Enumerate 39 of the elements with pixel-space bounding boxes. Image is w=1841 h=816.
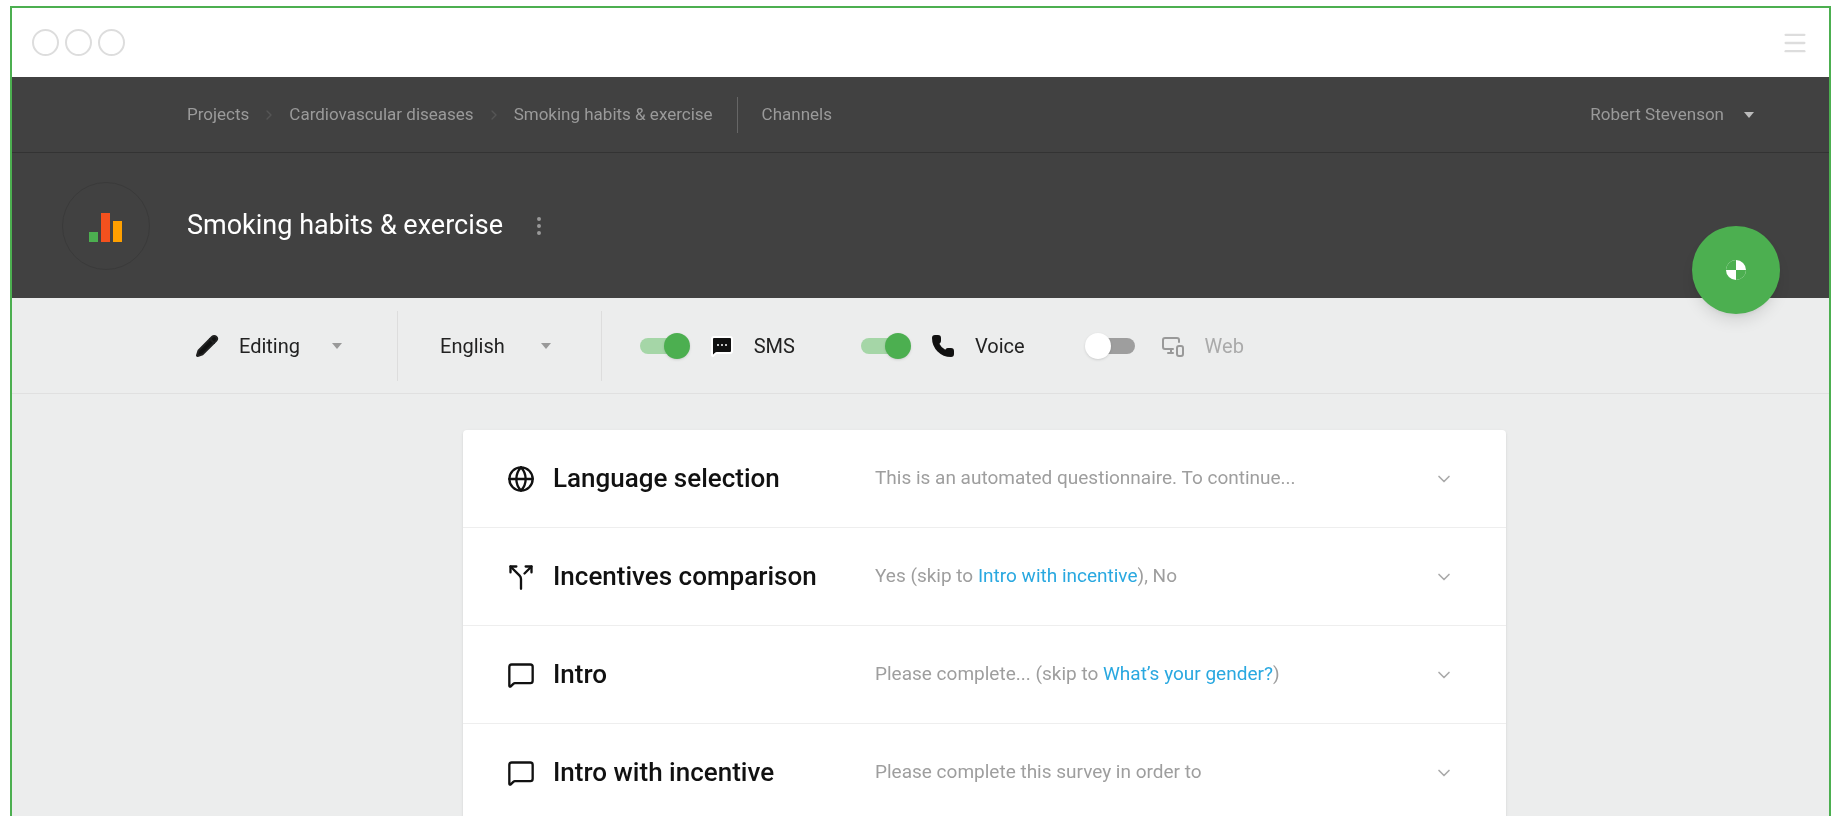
language-dropdown[interactable]: English xyxy=(440,330,551,361)
window-control[interactable] xyxy=(65,29,92,56)
project-title: Smoking habits & exercise xyxy=(187,208,503,244)
speech-bubble-icon xyxy=(507,660,535,689)
breadcrumb-link[interactable]: Smoking habits & exercise xyxy=(513,101,713,128)
step-description: This is an automated questionnaire. To continue... xyxy=(875,465,1297,492)
channel-label: Web xyxy=(1204,332,1244,360)
window-control[interactable] xyxy=(98,29,125,56)
caret-icon xyxy=(332,342,342,349)
step-description: Please complete this survey in order to xyxy=(875,759,1203,786)
globe-icon xyxy=(507,464,535,493)
channel-label: Voice xyxy=(974,332,1025,360)
mode-dropdown[interactable]: Editing xyxy=(195,298,342,393)
chat-icon xyxy=(709,333,734,358)
split-icon xyxy=(507,562,535,591)
window-control[interactable] xyxy=(32,29,59,56)
step-link[interactable]: What’s your gender? xyxy=(1103,662,1273,686)
caret-icon xyxy=(1744,111,1754,118)
step-description: Yes (skip to Intro with incentive), No xyxy=(875,563,1178,590)
step-link[interactable]: Intro with incentive xyxy=(977,564,1138,588)
channel-label: SMS xyxy=(753,332,795,360)
breadcrumb-link[interactable]: Cardiovascular diseases xyxy=(289,101,474,128)
breadcrumb-link[interactable]: Projects xyxy=(187,101,250,128)
step-title: Incentives comparison xyxy=(553,560,818,593)
caret-icon xyxy=(540,342,551,349)
channels-link[interactable]: Channels xyxy=(761,101,832,128)
step-description: Please complete... (skip to What’s your gender?) xyxy=(875,661,1281,688)
step-row[interactable]: Intro Please complete... (skip to What’s your gender?) xyxy=(463,626,1506,724)
user-name[interactable]: Robert Stevenson xyxy=(1590,101,1724,128)
speech-bubble-icon xyxy=(507,758,535,787)
phone-icon xyxy=(930,333,955,358)
step-title: Language selection xyxy=(553,462,781,495)
step-row[interactable]: Incentives comparison Yes (skip to Intro with incentive), No xyxy=(463,528,1506,626)
step-row[interactable]: Intro with incentive Please complete this survey in order to xyxy=(463,724,1506,816)
quarter-circle-icon xyxy=(1724,258,1748,282)
pencil-icon xyxy=(195,333,219,358)
step-row[interactable]: Language selection This is an automated questionnaire. To continue... xyxy=(463,430,1506,528)
step-title: Intro xyxy=(553,658,609,691)
step-title: Intro with incentive xyxy=(553,756,776,789)
